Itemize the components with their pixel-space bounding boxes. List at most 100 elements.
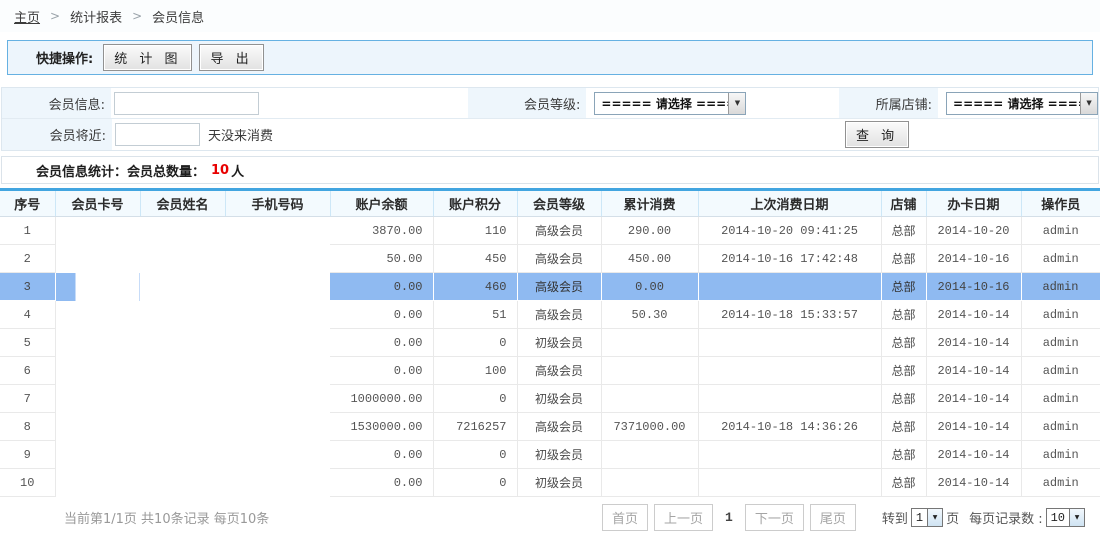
cell-card	[55, 245, 140, 273]
cell-phone	[225, 357, 330, 385]
cell-operator: admin	[1021, 469, 1100, 497]
member-table-wrap: 序号会员卡号会员姓名手机号码账户余额账户积分会员等级累计消费上次消费日期店铺办卡…	[0, 188, 1100, 497]
cell-last	[698, 469, 881, 497]
goto-page-value: 1	[912, 509, 927, 526]
cell-operator: admin	[1021, 329, 1100, 357]
cell-points: 450	[433, 245, 517, 273]
days-without-consume-input[interactable]	[115, 123, 200, 146]
cell-last: 2014-10-18 14:36:26	[698, 413, 881, 441]
cell-operator: admin	[1021, 217, 1100, 245]
table-row[interactable]: 250.00450高级会员450.002014-10-16 17:42:48总部…	[0, 245, 1100, 273]
cell-points: 460	[433, 273, 517, 301]
cell-phone	[225, 441, 330, 469]
cell-last: 2014-10-20 09:41:25	[698, 217, 881, 245]
cell-name	[140, 301, 225, 329]
next-page-button[interactable]: 下一页	[745, 504, 804, 531]
cell-name	[140, 357, 225, 385]
cell-points: 51	[433, 301, 517, 329]
table-row[interactable]: 71000000.000初级会员总部2014-10-14admin	[0, 385, 1100, 413]
cell-date: 2014-10-16	[926, 273, 1021, 301]
cell-total: 450.00	[601, 245, 698, 273]
cell-balance: 3870.00	[330, 217, 433, 245]
cell-operator: admin	[1021, 245, 1100, 273]
cell-balance: 1530000.00	[330, 413, 433, 441]
table-row[interactable]: 90.000初级会员总部2014-10-14admin	[0, 441, 1100, 469]
column-header: 会员姓名	[140, 190, 225, 217]
prev-page-button[interactable]: 上一页	[654, 504, 713, 531]
table-row[interactable]: 81530000.007216257高级会员7371000.002014-10-…	[0, 413, 1100, 441]
column-header: 会员等级	[517, 190, 601, 217]
member-info-input[interactable]	[114, 92, 259, 115]
column-header: 办卡日期	[926, 190, 1021, 217]
cell-last	[698, 273, 881, 301]
table-row[interactable]: 40.0051高级会员50.302014-10-18 15:33:57总部201…	[0, 301, 1100, 329]
column-header: 会员卡号	[55, 190, 140, 217]
table-row[interactable]: 13870.00110高级会员290.002014-10-20 09:41:25…	[0, 217, 1100, 245]
table-row[interactable]: 60.00100高级会员总部2014-10-14admin	[0, 357, 1100, 385]
last-page-button[interactable]: 尾页	[810, 504, 856, 531]
dropdown-arrow-icon: ▼	[1069, 509, 1084, 526]
cell-store: 总部	[881, 273, 926, 301]
stats-suffix: 人	[231, 161, 244, 180]
cell-store: 总部	[881, 441, 926, 469]
cell-name	[140, 217, 225, 245]
cell-name	[140, 329, 225, 357]
breadcrumb-separator: >	[50, 9, 60, 23]
cell-card	[55, 469, 140, 497]
breadcrumb-report[interactable]: 统计报表	[70, 7, 122, 26]
cell-level: 高级会员	[517, 301, 601, 329]
breadcrumb-separator: >	[132, 9, 142, 23]
first-page-button[interactable]: 首页	[602, 504, 648, 531]
store-label: 所属店铺:	[839, 88, 938, 118]
cell-index: 10	[0, 469, 55, 497]
store-select[interactable]: ===== 请选择 ===== ▼	[946, 92, 1098, 115]
cell-balance: 0.00	[330, 301, 433, 329]
table-row[interactable]: 100.000初级会员总部2014-10-14admin	[0, 469, 1100, 497]
cell-index: 3	[0, 273, 55, 301]
cell-name	[140, 441, 225, 469]
table-row[interactable]: 30.00460高级会员0.00总部2014-10-16admin	[0, 273, 1100, 301]
column-header: 账户余额	[330, 190, 433, 217]
cell-total	[601, 385, 698, 413]
cell-operator: admin	[1021, 413, 1100, 441]
cell-operator: admin	[1021, 273, 1100, 301]
cell-points: 0	[433, 329, 517, 357]
cell-index: 6	[0, 357, 55, 385]
cell-last	[698, 329, 881, 357]
cell-date: 2014-10-14	[926, 413, 1021, 441]
member-level-label: 会员等级:	[468, 88, 587, 118]
filter-form: 会员信息: 会员等级: ===== 请选择 ===== ▼ 所属店铺: ====…	[1, 87, 1099, 151]
cell-total	[601, 469, 698, 497]
cell-date: 2014-10-14	[926, 441, 1021, 469]
cell-phone	[225, 245, 330, 273]
goto-label: 转到	[882, 508, 908, 527]
search-button[interactable]: 查 询	[845, 121, 909, 148]
chart-button[interactable]: 统 计 图	[103, 44, 192, 71]
pagination-bar: 当前第1/1页 共10条记录 每页10条 首页 上一页 1 下一页 尾页 转到 …	[0, 497, 1100, 538]
cell-last: 2014-10-18 15:33:57	[698, 301, 881, 329]
cell-date: 2014-10-14	[926, 385, 1021, 413]
cell-last	[698, 385, 881, 413]
page-size-select[interactable]: 10 ▼	[1046, 508, 1085, 527]
cell-phone	[225, 385, 330, 413]
cell-card	[55, 357, 140, 385]
cell-operator: admin	[1021, 357, 1100, 385]
stats-bar: 会员信息统计：会员总数量： 10 人	[1, 156, 1099, 184]
cell-points: 100	[433, 357, 517, 385]
export-button[interactable]: 导 出	[199, 44, 263, 71]
cell-card	[55, 329, 140, 357]
member-table: 序号会员卡号会员姓名手机号码账户余额账户积分会员等级累计消费上次消费日期店铺办卡…	[0, 188, 1100, 497]
breadcrumb-home[interactable]: 主页	[14, 7, 40, 26]
member-level-select[interactable]: ===== 请选择 ===== ▼	[594, 92, 746, 115]
cell-phone	[225, 329, 330, 357]
cell-phone	[225, 413, 330, 441]
table-row[interactable]: 50.000初级会员总部2014-10-14admin	[0, 329, 1100, 357]
cell-date: 2014-10-14	[926, 469, 1021, 497]
cell-points: 110	[433, 217, 517, 245]
cell-card	[55, 273, 140, 301]
cell-phone	[225, 301, 330, 329]
goto-page-select[interactable]: 1 ▼	[911, 508, 943, 527]
page-size-label: 每页记录数 :	[969, 508, 1043, 527]
cell-store: 总部	[881, 357, 926, 385]
member-near-label: 会员将近:	[2, 119, 112, 150]
